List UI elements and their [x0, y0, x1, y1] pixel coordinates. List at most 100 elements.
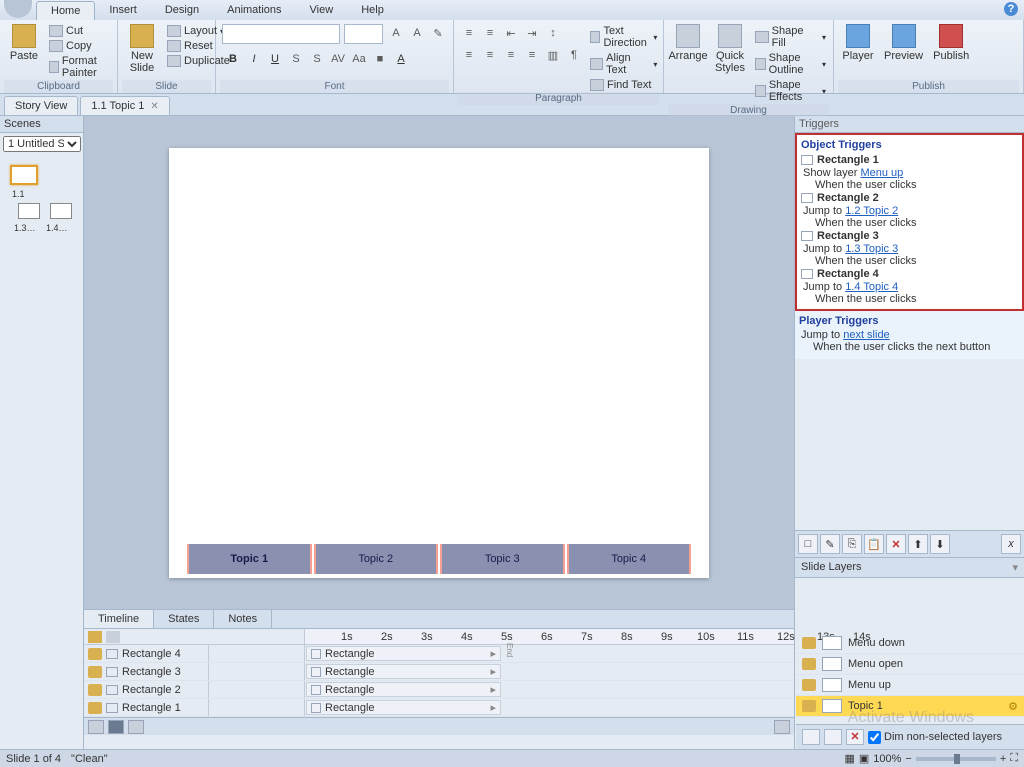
timeline-bar[interactable]: Rectangle▸ [306, 682, 501, 697]
cut-button[interactable]: Cut [46, 24, 113, 38]
align-left-icon[interactable]: ≡ [460, 46, 478, 64]
new-slide-button[interactable]: New Slide [122, 22, 162, 76]
align-right-icon[interactable]: ≡ [502, 46, 520, 64]
slide-canvas[interactable]: Topic 1 Topic 2 Topic 3 Topic 4 [169, 148, 709, 578]
align-center-icon[interactable]: ≡ [481, 46, 499, 64]
timeline-row[interactable]: Rectangle 2Rectangle▸ [84, 681, 794, 699]
dup-layer-button[interactable] [824, 729, 842, 745]
eye-icon[interactable] [802, 700, 816, 712]
help-icon[interactable]: ? [1004, 2, 1018, 16]
scene-thumb-2[interactable] [18, 203, 40, 219]
stop-button[interactable] [128, 720, 144, 734]
eye-icon[interactable] [88, 666, 102, 678]
delete-trigger-button[interactable]: ✕ [886, 534, 906, 554]
bullets-icon[interactable]: ≡ [460, 24, 478, 42]
indent-icon[interactable]: ⇥ [523, 24, 541, 42]
layer-item[interactable]: Menu down [796, 633, 1024, 654]
shape-outline-button[interactable]: Shape Outline▾ [752, 51, 829, 77]
story-view-tab[interactable]: Story View [4, 96, 78, 115]
preview-button[interactable]: Preview [880, 22, 927, 64]
trigger-object[interactable]: Rectangle 2 [801, 191, 1018, 205]
bold-icon[interactable]: B [224, 50, 242, 68]
linespacing-icon[interactable]: ↕ [544, 24, 562, 42]
arrange-button[interactable]: Arrange [668, 22, 708, 64]
zoom-in-button[interactable]: + [1000, 753, 1006, 765]
eye-icon[interactable] [88, 648, 102, 660]
zoom-slider[interactable] [916, 757, 996, 761]
tab-animations[interactable]: Animations [213, 1, 295, 19]
timeline-tab[interactable]: Timeline [84, 610, 154, 628]
trigger-action[interactable]: Show layer Menu up [801, 167, 1018, 179]
grow-font-icon[interactable]: A [387, 24, 405, 42]
timeline-bar[interactable]: Rectangle▸ [306, 664, 501, 679]
variables-button[interactable]: x [1001, 534, 1021, 554]
trigger-object[interactable]: Rectangle 4 [801, 267, 1018, 281]
underline-icon[interactable]: U [266, 50, 284, 68]
new-layer-button[interactable] [802, 729, 820, 745]
highlight-icon[interactable]: ■ [371, 50, 389, 68]
columns-icon[interactable]: ▥ [544, 46, 562, 64]
layer-item[interactable]: Menu open [796, 654, 1024, 675]
trigger-action[interactable]: Jump to 1.4 Topic 4 [801, 281, 1018, 293]
zoom-out-button[interactable]: − [905, 753, 911, 765]
shadow-icon[interactable]: S [308, 50, 326, 68]
zoom-timeline-icon[interactable] [774, 720, 790, 734]
rtl-icon[interactable]: ¶ [565, 46, 583, 64]
fit-button[interactable]: ⛶ [1010, 752, 1018, 765]
rewind-button[interactable] [88, 720, 104, 734]
player-trigger-action[interactable]: Jump to next slide [799, 329, 1020, 341]
layer-item[interactable]: Topic 1⚙ [796, 696, 1024, 717]
close-tab-icon[interactable]: ✕ [150, 101, 158, 112]
view-fit-icon[interactable]: ▣ [859, 752, 869, 765]
find-text-button[interactable]: Find Text [587, 78, 660, 92]
layer-item[interactable]: Menu up [796, 675, 1024, 696]
topic-4[interactable]: Topic 4 [567, 544, 692, 574]
eye-icon[interactable] [88, 684, 102, 696]
trigger-action[interactable]: Jump to 1.3 Topic 3 [801, 243, 1018, 255]
fontcolor-icon[interactable]: A [392, 50, 410, 68]
lock-icon[interactable] [106, 649, 118, 659]
copy-button[interactable]: Copy [46, 39, 113, 53]
topic-1[interactable]: Topic 1 [187, 544, 312, 574]
timeline-row[interactable]: Rectangle 1Rectangle▸ [84, 699, 794, 717]
justify-icon[interactable]: ≡ [523, 46, 541, 64]
edit-trigger-button[interactable]: ✎ [820, 534, 840, 554]
font-size-select[interactable] [344, 24, 383, 44]
eye-icon[interactable] [802, 658, 816, 670]
tab-home[interactable]: Home [36, 1, 95, 20]
new-trigger-button[interactable]: □ [798, 534, 818, 554]
timeline-bar[interactable]: Rectangle▸ [306, 700, 501, 715]
topic-2[interactable]: Topic 2 [314, 544, 439, 574]
clear-format-icon[interactable]: ✎ [429, 24, 447, 42]
tab-help[interactable]: Help [347, 1, 398, 19]
player-button[interactable]: Player [838, 22, 878, 64]
publish-button[interactable]: Publish [929, 22, 973, 64]
trigger-object[interactable]: Rectangle 1 [801, 153, 1018, 167]
lock-header-icon[interactable] [106, 631, 120, 643]
eye-header-icon[interactable] [88, 631, 102, 643]
lock-icon[interactable] [106, 703, 118, 713]
strike-icon[interactable]: S [287, 50, 305, 68]
eye-icon[interactable] [802, 679, 816, 691]
eye-icon[interactable] [802, 637, 816, 649]
topic-3[interactable]: Topic 3 [440, 544, 565, 574]
copy-trigger-button[interactable]: ⎘ [842, 534, 862, 554]
slide-layers-header[interactable]: Slide Layers▾ [795, 558, 1024, 578]
align-text-button[interactable]: Align Text▾ [587, 51, 660, 77]
lock-icon[interactable] [106, 685, 118, 695]
paste-button[interactable]: Paste [4, 22, 44, 64]
case-icon[interactable]: Aa [350, 50, 368, 68]
paste-trigger-button[interactable]: 📋 [864, 534, 884, 554]
font-family-select[interactable] [222, 24, 340, 44]
timeline-row[interactable]: Rectangle 3Rectangle▸ [84, 663, 794, 681]
trigger-object[interactable]: Rectangle 3 [801, 229, 1018, 243]
lock-icon[interactable] [106, 667, 118, 677]
format-painter-button[interactable]: Format Painter [46, 54, 113, 80]
eye-icon[interactable] [88, 702, 102, 714]
notes-tab[interactable]: Notes [214, 610, 272, 628]
tab-design[interactable]: Design [151, 1, 213, 19]
spacing-icon[interactable]: AV [329, 50, 347, 68]
move-up-button[interactable]: ⬆ [908, 534, 928, 554]
scene-select[interactable]: 1 Untitled S... [3, 136, 81, 152]
tab-insert[interactable]: Insert [95, 1, 151, 19]
